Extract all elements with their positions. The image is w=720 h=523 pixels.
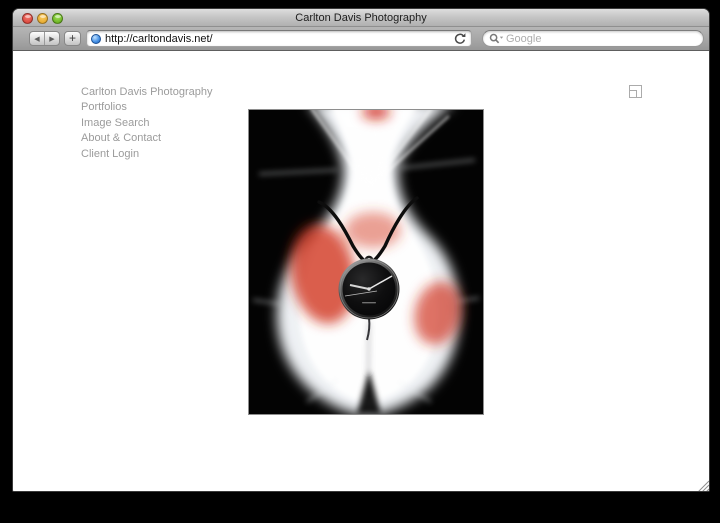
zoom-button[interactable] [52, 12, 63, 24]
nav-link-client-login[interactable]: Client Login [81, 147, 212, 162]
nav-item: Carlton Davis Photography [81, 85, 212, 100]
history-buttons: ◀ ▶ [29, 31, 60, 46]
nav-link-image-search[interactable]: Image Search [81, 116, 212, 131]
nav-link-home[interactable]: Carlton Davis Photography [81, 85, 212, 100]
address-bar[interactable] [86, 30, 472, 47]
google-search-input[interactable] [506, 32, 697, 45]
browser-toolbar: ◀ ▶ + [13, 27, 709, 51]
nav-item: About & Contact [81, 131, 212, 146]
forward-icon: ▶ [49, 35, 55, 43]
site-navigation: Carlton Davis Photography Portfolios Ima… [81, 85, 212, 162]
close-button[interactable] [22, 12, 33, 24]
nav-link-about-contact[interactable]: About & Contact [81, 131, 212, 146]
nav-link-portfolios[interactable]: Portfolios [81, 100, 212, 115]
title-bar[interactable]: Carlton Davis Photography [13, 9, 709, 27]
add-bookmark-button[interactable]: + [64, 31, 81, 46]
nav-item: Image Search [81, 116, 212, 131]
search-bar[interactable] [482, 30, 704, 47]
webpage: Carlton Davis Photography Portfolios Ima… [13, 51, 709, 492]
address-input[interactable] [105, 32, 453, 45]
resize-grip[interactable] [695, 478, 709, 492]
site-favicon-globe-icon [91, 33, 101, 44]
photo-artwork [249, 110, 483, 414]
nav-item: Client Login [81, 147, 212, 162]
back-button[interactable]: ◀ [30, 32, 45, 45]
forward-button[interactable]: ▶ [45, 32, 59, 45]
nav-item: Portfolios [81, 100, 212, 115]
reload-icon[interactable] [453, 32, 467, 46]
magnifier-icon[interactable] [489, 33, 504, 45]
minimize-button[interactable] [37, 12, 48, 24]
portfolio-photo[interactable] [248, 109, 484, 415]
window-title: Carlton Davis Photography [295, 11, 427, 24]
back-icon: ◀ [34, 35, 40, 43]
slideshow-expand-icon[interactable] [629, 85, 642, 98]
browser-window: Carlton Davis Photography ◀ ▶ + Ca [12, 8, 710, 492]
traffic-lights [13, 12, 63, 24]
